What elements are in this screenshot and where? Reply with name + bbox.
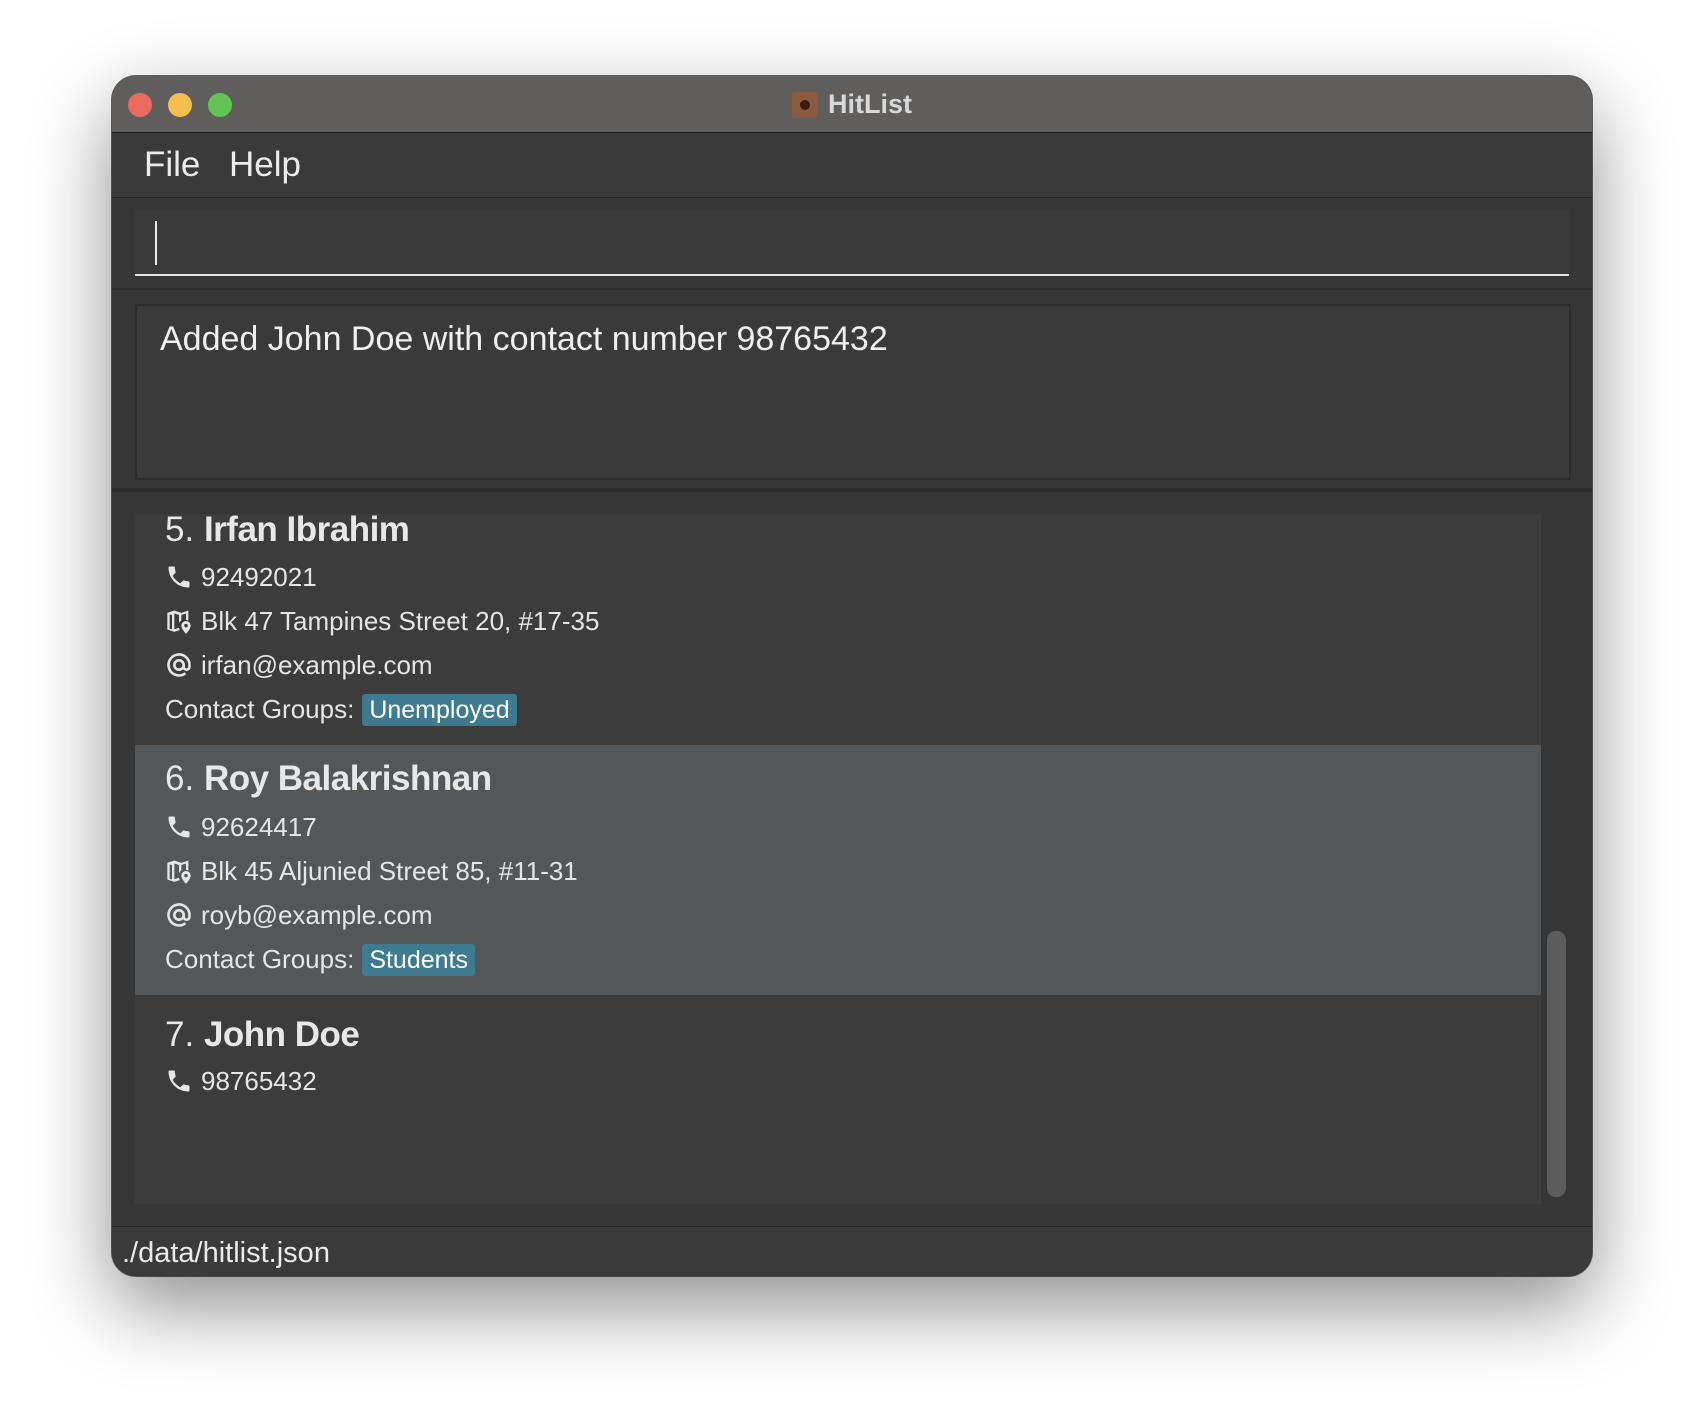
window-title-wrap: HitList	[112, 88, 1592, 120]
address-text: Blk 47 Tampines Street 20, #17-35	[201, 606, 600, 636]
menu-file[interactable]: File	[144, 145, 200, 185]
contact-groups-label: Contact Groups:	[165, 694, 355, 724]
result-message: Added John Doe with contact number 98765…	[160, 320, 888, 358]
contact-name: John Doe	[203, 1015, 360, 1054]
contact-card-roy-balakrishnan[interactable]: 6. Roy Balakrishnan 92624417 Blk 45 Alju…	[135, 745, 1541, 995]
map-pin-icon	[165, 857, 193, 885]
contact-index: 7.	[165, 1015, 195, 1054]
email-text: irfan@example.com	[201, 650, 433, 680]
app-window: HitList File Help Added John Doe with co…	[112, 76, 1592, 1276]
divider	[112, 288, 1592, 290]
divider	[112, 488, 1592, 492]
status-bar: ./data/hitlist.json	[112, 1226, 1592, 1276]
contact-phone: 98765432	[165, 1065, 317, 1097]
at-sign-icon	[165, 901, 193, 929]
map-pin-icon	[165, 607, 193, 635]
at-sign-icon	[165, 651, 193, 679]
title-bar: HitList	[112, 76, 1592, 133]
contact-name: Roy Balakrishnan	[203, 759, 492, 798]
phone-icon	[165, 563, 193, 591]
contact-address: Blk 45 Aljunied Street 85, #11-31	[165, 855, 578, 887]
phone-icon	[165, 813, 193, 841]
contact-name-row: 6. Roy Balakrishnan	[165, 759, 492, 799]
contact-groups: Contact Groups: Unemployed	[165, 693, 517, 726]
contact-groups: Contact Groups: Students	[165, 943, 475, 976]
phone-number: 92492021	[201, 562, 317, 592]
contact-phone: 92624417	[165, 811, 317, 843]
contact-card-irfan-ibrahim[interactable]: 5. Irfan Ibrahim 92492021 Blk 47 Tampine…	[135, 514, 1541, 744]
group-tag: Students	[362, 944, 475, 976]
contact-list[interactable]: 5. Irfan Ibrahim 92492021 Blk 47 Tampine…	[135, 514, 1541, 1204]
contact-name-row: 5. Irfan Ibrahim	[165, 514, 410, 550]
hitlist-app-icon	[792, 92, 818, 118]
window-title: HitList	[828, 89, 912, 119]
contact-card-john-doe[interactable]: 7. John Doe 98765432	[135, 995, 1541, 1125]
result-display: Added John Doe with contact number 98765…	[135, 304, 1571, 480]
phone-number: 92624417	[201, 812, 317, 842]
contact-address: Blk 47 Tampines Street 20, #17-35	[165, 605, 599, 637]
contact-index: 6.	[165, 759, 195, 798]
contact-name: Irfan Ibrahim	[203, 514, 410, 549]
group-tag: Unemployed	[362, 694, 517, 726]
contact-email: irfan@example.com	[165, 649, 433, 681]
contact-phone: 92492021	[165, 561, 317, 593]
address-text: Blk 45 Aljunied Street 85, #11-31	[201, 856, 578, 886]
text-caret	[155, 221, 157, 265]
contact-groups-label: Contact Groups:	[165, 944, 355, 974]
menu-bar: File Help	[112, 133, 1592, 198]
command-input[interactable]	[135, 211, 1569, 276]
menu-help[interactable]: Help	[229, 145, 301, 185]
scrollbar-thumb[interactable]	[1547, 931, 1566, 1197]
contact-email: royb@example.com	[165, 899, 433, 931]
contact-name-row: 7. John Doe	[165, 1015, 360, 1055]
data-file-path: ./data/hitlist.json	[122, 1237, 330, 1269]
phone-icon	[165, 1067, 193, 1095]
email-text: royb@example.com	[201, 900, 433, 930]
contact-index: 5.	[165, 514, 195, 549]
phone-number: 98765432	[201, 1066, 317, 1096]
